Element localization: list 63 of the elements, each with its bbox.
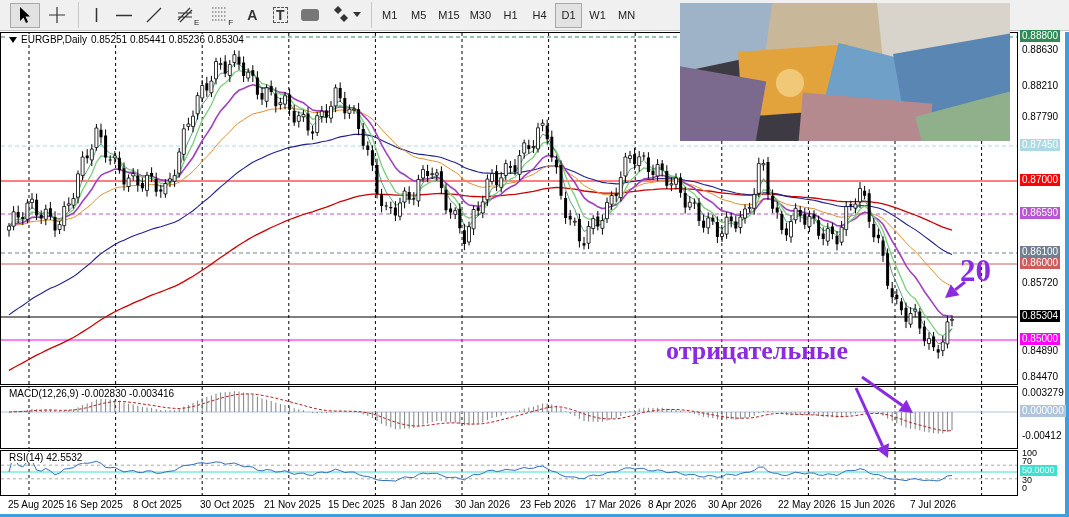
timeframe-button[interactable]: W1 xyxy=(584,2,612,28)
price-tag: 0.86100 xyxy=(1020,246,1061,258)
date-label: 7 Jul 2026 xyxy=(910,499,957,510)
horizontal-line-icon xyxy=(116,13,132,17)
price-tag: 0.86590 xyxy=(1020,207,1061,219)
date-label: 30 Apr 2026 xyxy=(708,499,762,510)
arrow xyxy=(945,280,966,298)
date-label: 15 Dec 2025 xyxy=(328,499,385,510)
price-tag: 0.88800 xyxy=(1020,30,1061,42)
axis-label: 0.84890 xyxy=(1021,345,1060,357)
axis-label: 0.003279 xyxy=(1021,387,1065,399)
axis-label: 0.84470 xyxy=(1021,371,1060,383)
collapse-arrow-icon xyxy=(9,36,17,43)
axis-label: -0.00412 xyxy=(1021,430,1063,442)
symbol-label: EURGBP,Daily xyxy=(21,34,87,45)
indicator-label: RSI(14) 42.5532 xyxy=(9,452,83,463)
crosshair-icon xyxy=(46,4,68,26)
text-tool-button[interactable]: A xyxy=(239,2,266,28)
cursor-tool-button[interactable] xyxy=(10,2,40,28)
date-label: 22 May 2026 xyxy=(778,499,836,510)
axis-label: 0.88210 xyxy=(1021,80,1060,92)
price-tag: 50.0000 xyxy=(1020,465,1057,476)
price-values: 0.85251 0.85441 0.85236 0.85304 xyxy=(90,34,244,45)
timeframe-button[interactable]: M30 xyxy=(465,2,496,28)
axis-label: 70 xyxy=(1021,456,1033,467)
fibonacci-levels-tool-button[interactable]: F xyxy=(205,2,238,28)
price-tag: 0.87000 xyxy=(1020,174,1061,186)
axis-label: 0 xyxy=(1021,483,1028,494)
date-label: 25 Aug 2025 xyxy=(8,499,65,510)
price-tag: 0.86000 xyxy=(1020,257,1061,269)
axis-label: 0.85720 xyxy=(1021,277,1060,289)
date-label: 30 Jan 2026 xyxy=(455,499,511,510)
indicator-label: MACD(12,26,9) -0.002830 -0.003416 xyxy=(9,388,175,399)
date-label: 21 Nov 2025 xyxy=(264,499,321,510)
axis-label: 0.87790 xyxy=(1021,111,1060,123)
axis-label: 100 xyxy=(1021,448,1039,458)
axis-label: 0.88630 xyxy=(1021,44,1060,56)
text-label-tool-button[interactable]: T xyxy=(267,2,294,28)
date-label: 30 Oct 2025 xyxy=(200,499,255,510)
price-tag: 0.85000 xyxy=(1020,333,1061,345)
axis-label: 30 xyxy=(1021,475,1033,485)
vertical-line-icon xyxy=(94,8,98,22)
date-label: 16 Sep 2025 xyxy=(66,499,123,510)
price-tag: 0.000000 xyxy=(1020,405,1066,417)
date-label: 23 Feb 2026 xyxy=(520,499,577,510)
price-tag: 0.87450 xyxy=(1020,139,1061,151)
caret-icon xyxy=(353,12,362,18)
timeframe-button[interactable]: M5 xyxy=(405,2,433,28)
timeframe-button[interactable]: D1 xyxy=(555,2,583,28)
timeframe-button[interactable]: H1 xyxy=(497,2,525,28)
timeframe-button[interactable]: M15 xyxy=(434,2,464,28)
timeframe-button[interactable]: M1 xyxy=(376,2,404,28)
timeframe-button[interactable]: MN xyxy=(613,2,641,28)
date-label: 8 Oct 2025 xyxy=(133,499,182,510)
timeframe-button[interactable]: H4 xyxy=(526,2,554,28)
date-label: 8 Apr 2026 xyxy=(648,499,697,510)
price-tag: 0.85304 xyxy=(1020,310,1061,322)
date-label: 15 Jun 2026 xyxy=(840,499,896,510)
annotation-label: отрицательные xyxy=(666,338,848,364)
date-label: 17 Mar 2026 xyxy=(585,499,642,510)
fibonacci-tool-button[interactable]: E xyxy=(171,2,204,28)
annotation-label: 20 xyxy=(960,255,991,286)
date-label: 8 Jan 2026 xyxy=(392,499,442,510)
